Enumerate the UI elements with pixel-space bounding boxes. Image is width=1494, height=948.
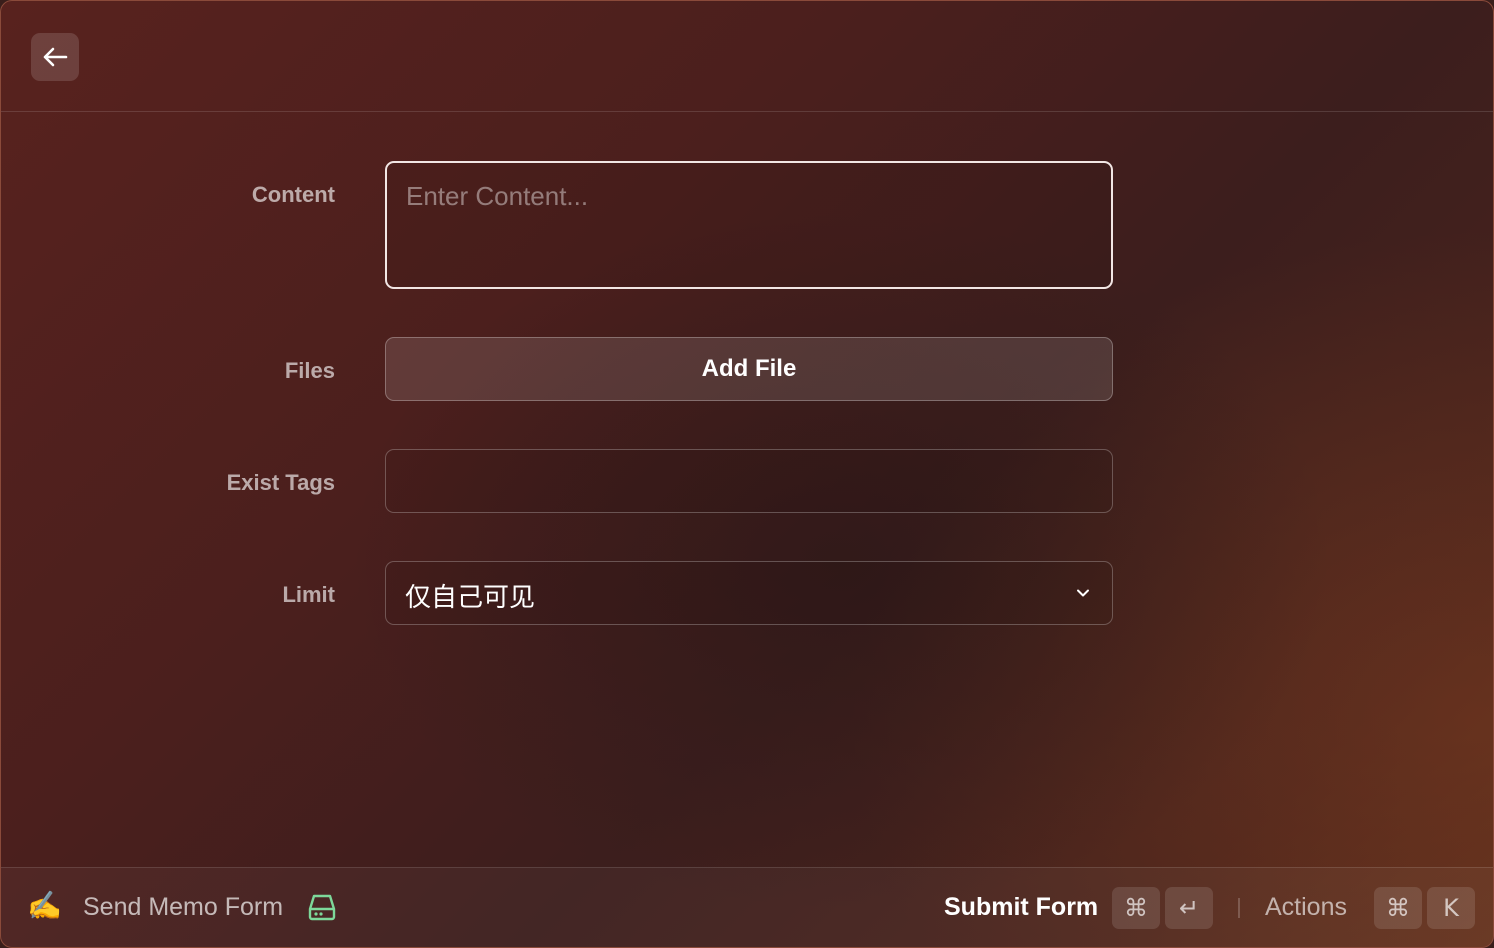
add-file-label: Add File	[701, 355, 797, 382]
app-window: Content Enter Content... Files Add File …	[0, 0, 1494, 948]
submit-shortcut-enter-key: ↵	[1165, 887, 1213, 929]
actions-shortcut-cmd-key: ⌘	[1374, 887, 1422, 929]
command-title: Send Memo Form	[83, 893, 284, 921]
hard-drive-icon	[308, 894, 336, 921]
chevron-down-icon	[1077, 589, 1089, 597]
actions-button[interactable]: Actions	[1265, 893, 1347, 922]
submit-form-button[interactable]: Submit Form	[944, 893, 1098, 922]
add-file-button[interactable]: Add File	[385, 337, 1113, 401]
actions-shortcut-k-key: K	[1427, 887, 1475, 929]
exist-tags-picker[interactable]	[385, 449, 1113, 513]
limit-dropdown[interactable]: 仅自己可见	[385, 561, 1113, 625]
submit-shortcut-cmd-key: ⌘	[1112, 887, 1160, 929]
limit-selected-value: 仅自己可见	[405, 583, 536, 613]
content-textarea[interactable]: Enter Content...	[385, 161, 1113, 289]
files-label: Files	[284, 358, 335, 383]
writing-hand-icon: ✍️	[27, 890, 62, 921]
back-button[interactable]	[31, 33, 79, 81]
arrow-left-icon	[43, 47, 68, 67]
limit-label: Limit	[282, 582, 335, 607]
content-label: Content	[251, 182, 335, 207]
exist-tags-label: Exist Tags	[226, 470, 335, 495]
footer-divider	[1238, 898, 1240, 918]
action-bar: ✍️ Send Memo Form Submit Form ⌘ ↵ Action…	[1, 867, 1493, 947]
top-bar	[1, 1, 1493, 112]
content-placeholder: Enter Content...	[406, 181, 589, 211]
